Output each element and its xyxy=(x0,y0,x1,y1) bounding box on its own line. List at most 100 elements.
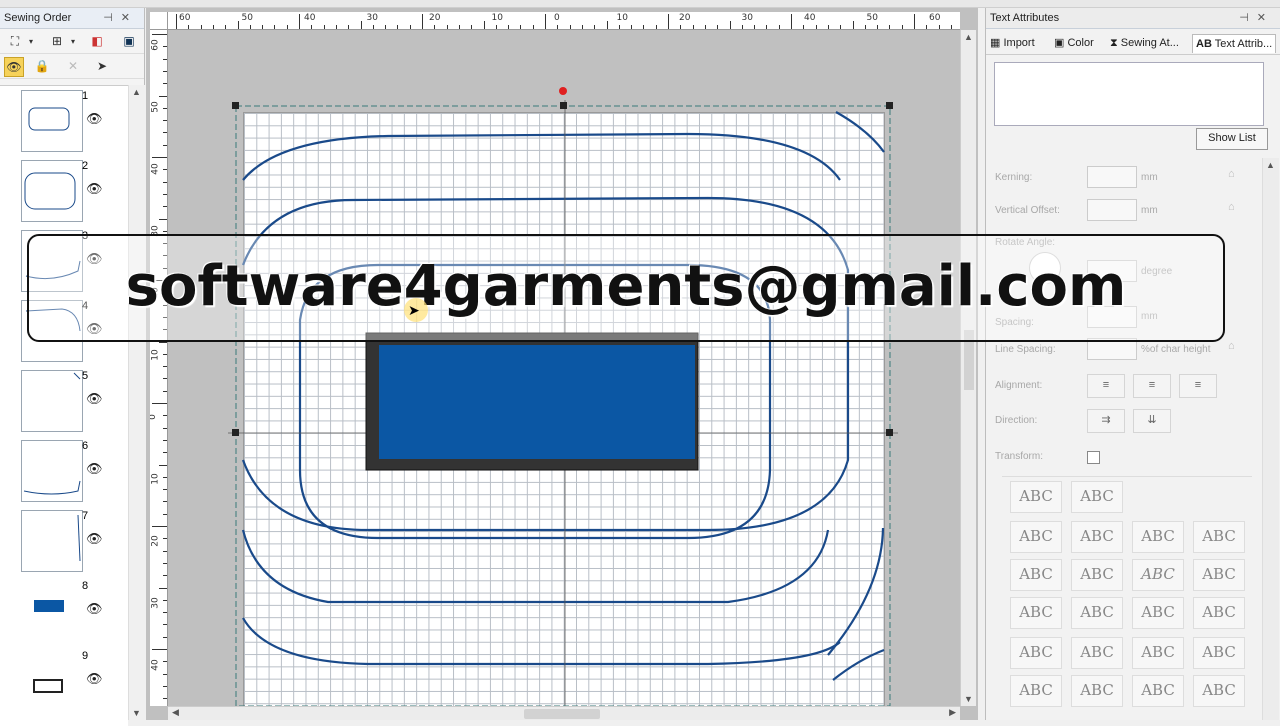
shape-button[interactable]: ABC xyxy=(1132,675,1184,707)
list-item[interactable] xyxy=(21,370,83,432)
line-spacing-label: Line Spacing: xyxy=(995,344,1056,355)
shape-button[interactable]: ABC xyxy=(1010,597,1062,629)
align-left-button[interactable]: ≡ xyxy=(1087,374,1125,398)
shape-button[interactable]: ABC xyxy=(1193,521,1245,553)
shape-arch-up-button[interactable]: ABC xyxy=(1010,481,1062,513)
dropdown-arrow-icon[interactable]: ▾ xyxy=(64,32,82,50)
transform-checkbox[interactable] xyxy=(1087,451,1100,464)
panel-pin-close-icons[interactable]: ⊣✕ xyxy=(103,8,138,28)
shape-button[interactable]: ABC xyxy=(1193,597,1245,629)
shape-button[interactable]: ABC xyxy=(1193,559,1245,591)
visibility-toggle-icon[interactable]: 👁 xyxy=(4,57,24,77)
list-item[interactable] xyxy=(21,90,83,152)
lock-icon[interactable]: 🔒 xyxy=(33,57,51,75)
shape-button[interactable]: ABC xyxy=(1010,675,1062,707)
lock-icon[interactable]: ⌂ xyxy=(1228,340,1235,352)
shape-button[interactable]: ABC xyxy=(1010,521,1062,553)
shape-button[interactable]: ABC xyxy=(1193,637,1245,669)
ruler-tick xyxy=(152,649,167,650)
scroll-up-icon[interactable]: ▲ xyxy=(964,32,973,42)
ruler-tick xyxy=(152,403,167,404)
lock-icon[interactable]: ⌂ xyxy=(1228,168,1235,180)
vertical-scrollbar[interactable]: ▲ ▼ xyxy=(960,30,976,706)
ruler-label: 60 xyxy=(150,39,161,51)
item-number: 7 xyxy=(82,510,89,522)
tab-text-attributes[interactable]: AB Text Attrib... xyxy=(1192,34,1277,53)
scroll-down-icon[interactable]: ▼ xyxy=(132,708,141,718)
list-item[interactable] xyxy=(21,510,83,572)
select-pointer-icon[interactable]: ➤ xyxy=(93,57,111,75)
shape-button[interactable]: ABC xyxy=(1193,675,1245,707)
shape-button[interactable]: ABC xyxy=(1071,559,1123,591)
sewing-order-toolbar-2: 👁 🔒 ✕ ➤ xyxy=(0,54,144,79)
eye-icon[interactable]: 👁 xyxy=(86,111,103,127)
ruler-tick xyxy=(159,218,167,220)
shape-arch-down-button[interactable]: ABC xyxy=(1071,481,1123,513)
ruler-label: 10 xyxy=(491,13,503,23)
item-number: 2 xyxy=(82,160,89,172)
frame-icon[interactable]: ▣ xyxy=(120,32,138,50)
scroll-up-icon[interactable]: ▲ xyxy=(132,87,141,97)
shape-button[interactable]: ABC xyxy=(1010,637,1062,669)
lock-icon[interactable]: ⌂ xyxy=(1228,201,1235,213)
sewing-order-scrollbar[interactable]: ▲ ▼ xyxy=(128,85,145,720)
shape-button[interactable]: ABC xyxy=(1010,559,1062,591)
ruler-label: 0 xyxy=(554,13,560,23)
thumbnail-curve xyxy=(23,480,81,495)
eye-icon[interactable]: 👁 xyxy=(86,531,103,547)
vertical-offset-stepper[interactable] xyxy=(1087,199,1137,221)
thumbnail-blue-fill xyxy=(34,600,64,612)
shape-button[interactable]: ABC xyxy=(1071,521,1123,553)
scroll-up-icon[interactable]: ▲ xyxy=(1266,160,1275,170)
kerning-stepper[interactable] xyxy=(1087,166,1137,188)
shape-button[interactable]: ABC xyxy=(1132,559,1184,591)
shape-button[interactable]: ABC xyxy=(1071,597,1123,629)
transform-shape-grid: ABC ABC ABC ABC ABC ABC ABC ABC ABC ABC … xyxy=(1002,476,1252,721)
sewing-order-title: Sewing Order xyxy=(4,12,72,24)
attributes-scrollbar[interactable]: ▲ xyxy=(1262,158,1279,720)
shape-button[interactable]: ABC xyxy=(1071,675,1123,707)
color-sort-icon[interactable]: ◧ xyxy=(88,32,106,50)
sewing-icon: ⧗ xyxy=(1110,37,1118,49)
ruler-tick xyxy=(176,14,177,29)
tab-color[interactable]: ▣ Color xyxy=(1054,34,1094,52)
eye-icon[interactable]: 👁 xyxy=(86,601,103,617)
eye-icon[interactable]: 👁 xyxy=(86,181,103,197)
shape-button[interactable]: ABC xyxy=(1132,637,1184,669)
shape-button[interactable]: ABC xyxy=(1132,521,1184,553)
ruler-tick xyxy=(159,464,167,466)
eye-icon[interactable]: 👁 xyxy=(86,391,103,407)
list-item[interactable] xyxy=(21,580,81,640)
eye-icon[interactable]: 👁 xyxy=(86,671,103,687)
blue-fill-rectangle[interactable] xyxy=(365,332,699,471)
show-list-button[interactable]: Show List xyxy=(1196,128,1268,150)
align-center-button[interactable]: ≡ xyxy=(1133,374,1171,398)
design-canvas[interactable] xyxy=(168,30,960,706)
thumbnail-outline-rect xyxy=(33,679,63,693)
shape-button[interactable]: ABC xyxy=(1132,597,1184,629)
ruler-tick xyxy=(360,21,362,29)
shape-button[interactable]: ABC xyxy=(1071,637,1123,669)
direction-vertical-button[interactable]: ⇊ xyxy=(1133,409,1171,433)
list-item[interactable] xyxy=(21,440,83,502)
sewing-order-list: 1 👁 2 👁 3 👁 4 👁 5 👁 6 👁 7 👁 8 👁 9 👁 xyxy=(0,85,128,726)
align-right-button[interactable]: ≡ xyxy=(1179,374,1217,398)
horizontal-scrollbar[interactable]: ◀ ▶ xyxy=(168,706,960,720)
ruler-label: 40 xyxy=(150,659,161,671)
tab-import[interactable]: ▦ Import xyxy=(990,34,1035,52)
ruler-label: 20 xyxy=(429,13,441,23)
scroll-down-icon[interactable]: ▼ xyxy=(964,694,973,704)
eye-icon[interactable]: 👁 xyxy=(86,461,103,477)
tab-sewing-attributes[interactable]: ⧗ Sewing At... xyxy=(1110,34,1179,52)
text-input-area[interactable] xyxy=(994,62,1264,126)
scroll-thumb[interactable] xyxy=(524,709,600,719)
dropdown-arrow-icon[interactable]: ▾ xyxy=(22,32,40,50)
scroll-right-icon[interactable]: ▶ xyxy=(949,707,956,718)
direction-horizontal-button[interactable]: ⇉ xyxy=(1087,409,1125,433)
ruler-tick xyxy=(152,157,167,158)
scroll-left-icon[interactable]: ◀ xyxy=(172,707,179,718)
text-attributes-panel: Text Attributes ⊣✕ ▦ Import ▣ Color ⧗ Se… xyxy=(985,8,1280,720)
panel-pin-close-icons[interactable]: ⊣✕ xyxy=(1239,8,1274,28)
list-item[interactable] xyxy=(21,650,81,710)
list-item[interactable] xyxy=(21,160,83,222)
